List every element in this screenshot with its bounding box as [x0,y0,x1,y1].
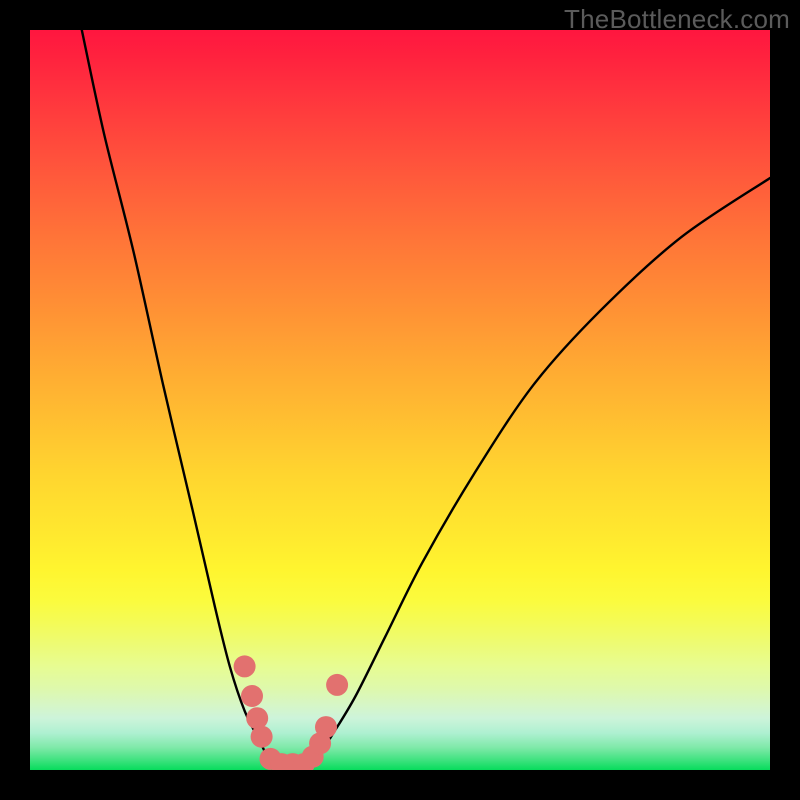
data-marker [234,655,256,677]
data-marker [326,674,348,696]
plot-area [30,30,770,770]
marker-layer [30,30,770,770]
watermark-text: TheBottleneck.com [564,4,790,35]
data-marker [241,685,263,707]
data-marker [251,726,273,748]
data-marker [315,716,337,738]
data-marker [246,707,268,729]
chart-frame: TheBottleneck.com [0,0,800,800]
